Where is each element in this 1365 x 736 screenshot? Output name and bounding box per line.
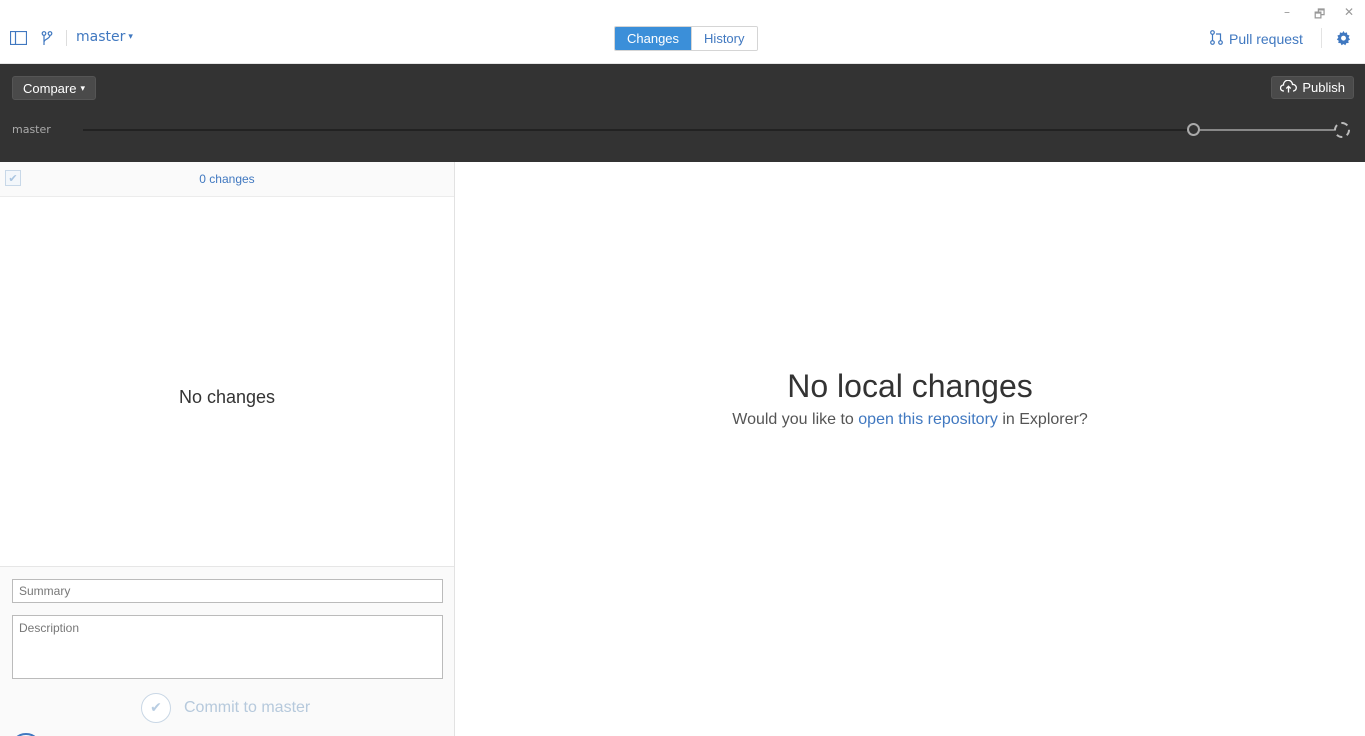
tab-changes[interactable]: Changes — [615, 27, 692, 50]
chevron-down-icon: ▾ — [80, 82, 85, 93]
changes-panel: ✔ 0 changes No changes ✔ Commit to maste… — [0, 162, 455, 736]
sidebar-toggle-icon[interactable] — [9, 30, 27, 46]
view-tabs: Changes History — [614, 26, 758, 51]
cloud-upload-icon — [1280, 79, 1298, 96]
pull-request-icon — [1210, 30, 1223, 48]
gear-icon[interactable] — [1335, 30, 1351, 46]
tab-history[interactable]: History — [691, 27, 757, 50]
pull-request-label: Pull request — [1229, 31, 1303, 47]
no-local-changes-title: No local changes — [787, 368, 1033, 404]
top-toolbar: master ▾ Changes History Pull request – … — [0, 0, 1365, 64]
commit-form: ✔ Commit to master — [0, 566, 454, 736]
branch-name-label: master — [76, 29, 126, 45]
toolbar-separator — [1321, 28, 1322, 48]
commit-button[interactable]: ✔ Commit to master — [141, 693, 310, 723]
timeline-track-segment — [1193, 129, 1342, 131]
checkmark-icon: ✔ — [141, 693, 171, 723]
restore-icon[interactable]: 🗗 — [1314, 5, 1325, 26]
summary-input[interactable] — [12, 579, 443, 603]
prompt-suffix: in Explorer? — [997, 411, 1088, 428]
compare-label: Compare — [23, 80, 77, 96]
minimize-icon[interactable]: – — [1284, 5, 1290, 19]
changes-header: ✔ 0 changes — [0, 162, 454, 197]
open-repository-link[interactable]: open this repository — [858, 411, 998, 428]
compare-button[interactable]: Compare ▾ — [12, 76, 96, 100]
timeline-branch-label: master — [12, 123, 51, 136]
pull-request-button[interactable]: Pull request — [1210, 30, 1303, 48]
description-input[interactable] — [12, 615, 443, 679]
close-icon[interactable]: ✕ — [1344, 5, 1354, 19]
prompt-prefix: Would you like to — [732, 411, 859, 428]
publish-label: Publish — [1302, 80, 1345, 95]
commit-label: Commit to master — [184, 699, 311, 716]
toolbar-separator — [66, 30, 67, 46]
branch-selector[interactable]: master ▾ — [76, 29, 133, 45]
git-branch-icon[interactable] — [40, 30, 54, 46]
timeline-commit-dot[interactable] — [1187, 123, 1200, 136]
compare-bar: Compare ▾ Publish master — [0, 64, 1365, 162]
empty-changes-label: No changes — [178, 387, 276, 407]
open-repo-prompt: Would you like to open this repository i… — [455, 411, 1365, 429]
timeline-uncommitted-dot[interactable] — [1334, 122, 1350, 138]
publish-button[interactable]: Publish — [1271, 76, 1354, 99]
timeline-track — [83, 129, 1342, 131]
diff-panel: No local changes Would you like to open … — [455, 162, 1365, 736]
chevron-down-icon: ▾ — [128, 31, 133, 42]
changes-count: 0 changes — [199, 172, 255, 186]
